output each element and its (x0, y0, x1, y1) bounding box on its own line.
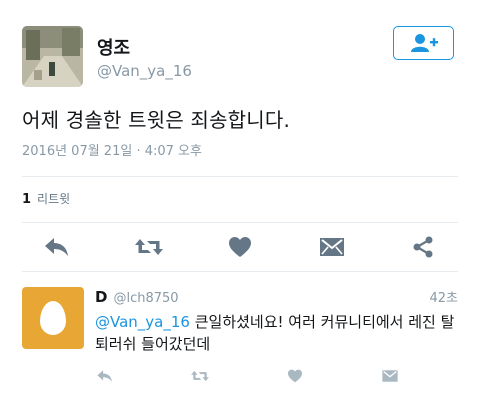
reply-handle[interactable]: @lch8750 (113, 291, 178, 306)
reply-display-name[interactable]: D (95, 288, 107, 306)
like-button[interactable] (225, 232, 255, 262)
reply-retweet-button[interactable] (190, 366, 210, 386)
share-button[interactable] (408, 232, 438, 262)
reply-text: @Van_ya_16 큰일하셨네요! 여러 커뮤니티에서 레진 탈퇴러쉬 들어갔… (95, 311, 465, 355)
reply-icon (97, 370, 112, 382)
reply-mention[interactable]: @Van_ya_16 (95, 313, 190, 331)
display-name[interactable]: 영조 (97, 34, 130, 60)
reply-like-button[interactable] (285, 366, 305, 386)
follow-button[interactable] (393, 26, 454, 60)
like-icon (229, 237, 251, 257)
reply-button[interactable] (42, 232, 72, 262)
like-icon (288, 369, 302, 383)
add-user-icon (410, 34, 438, 52)
reply-icon (45, 238, 68, 256)
message-icon (382, 370, 398, 382)
reply-actions (95, 366, 400, 386)
share-icon (413, 236, 433, 258)
retweet-button[interactable] (134, 232, 164, 262)
retweet-count: 1 (22, 192, 32, 207)
retweet-label: 리트윗 (37, 192, 71, 206)
retweet-stats[interactable]: 1 리트윗 (22, 190, 70, 207)
retweet-icon (191, 370, 209, 382)
tweet-timestamp[interactable]: 2016년 07월 21일 · 4:07 오후 (22, 140, 202, 159)
egg-avatar-icon (40, 301, 66, 335)
tweet-actions (22, 230, 458, 264)
reply-message-button[interactable] (380, 366, 400, 386)
divider (22, 222, 458, 223)
divider (22, 271, 458, 272)
message-button[interactable] (317, 232, 347, 262)
message-icon (319, 238, 344, 256)
divider (22, 176, 458, 177)
reply-reply-button[interactable] (95, 366, 115, 386)
user-handle[interactable]: @Van_ya_16 (97, 62, 192, 80)
reply-time[interactable]: 42초 (429, 287, 458, 306)
profile-avatar[interactable] (22, 26, 83, 87)
tweet-text: 어제 경솔한 트윗은 죄송합니다. (22, 108, 291, 132)
reply-header: D @lch8750 42초 (95, 287, 458, 306)
reply-avatar[interactable] (22, 287, 84, 349)
retweet-icon (134, 239, 163, 255)
